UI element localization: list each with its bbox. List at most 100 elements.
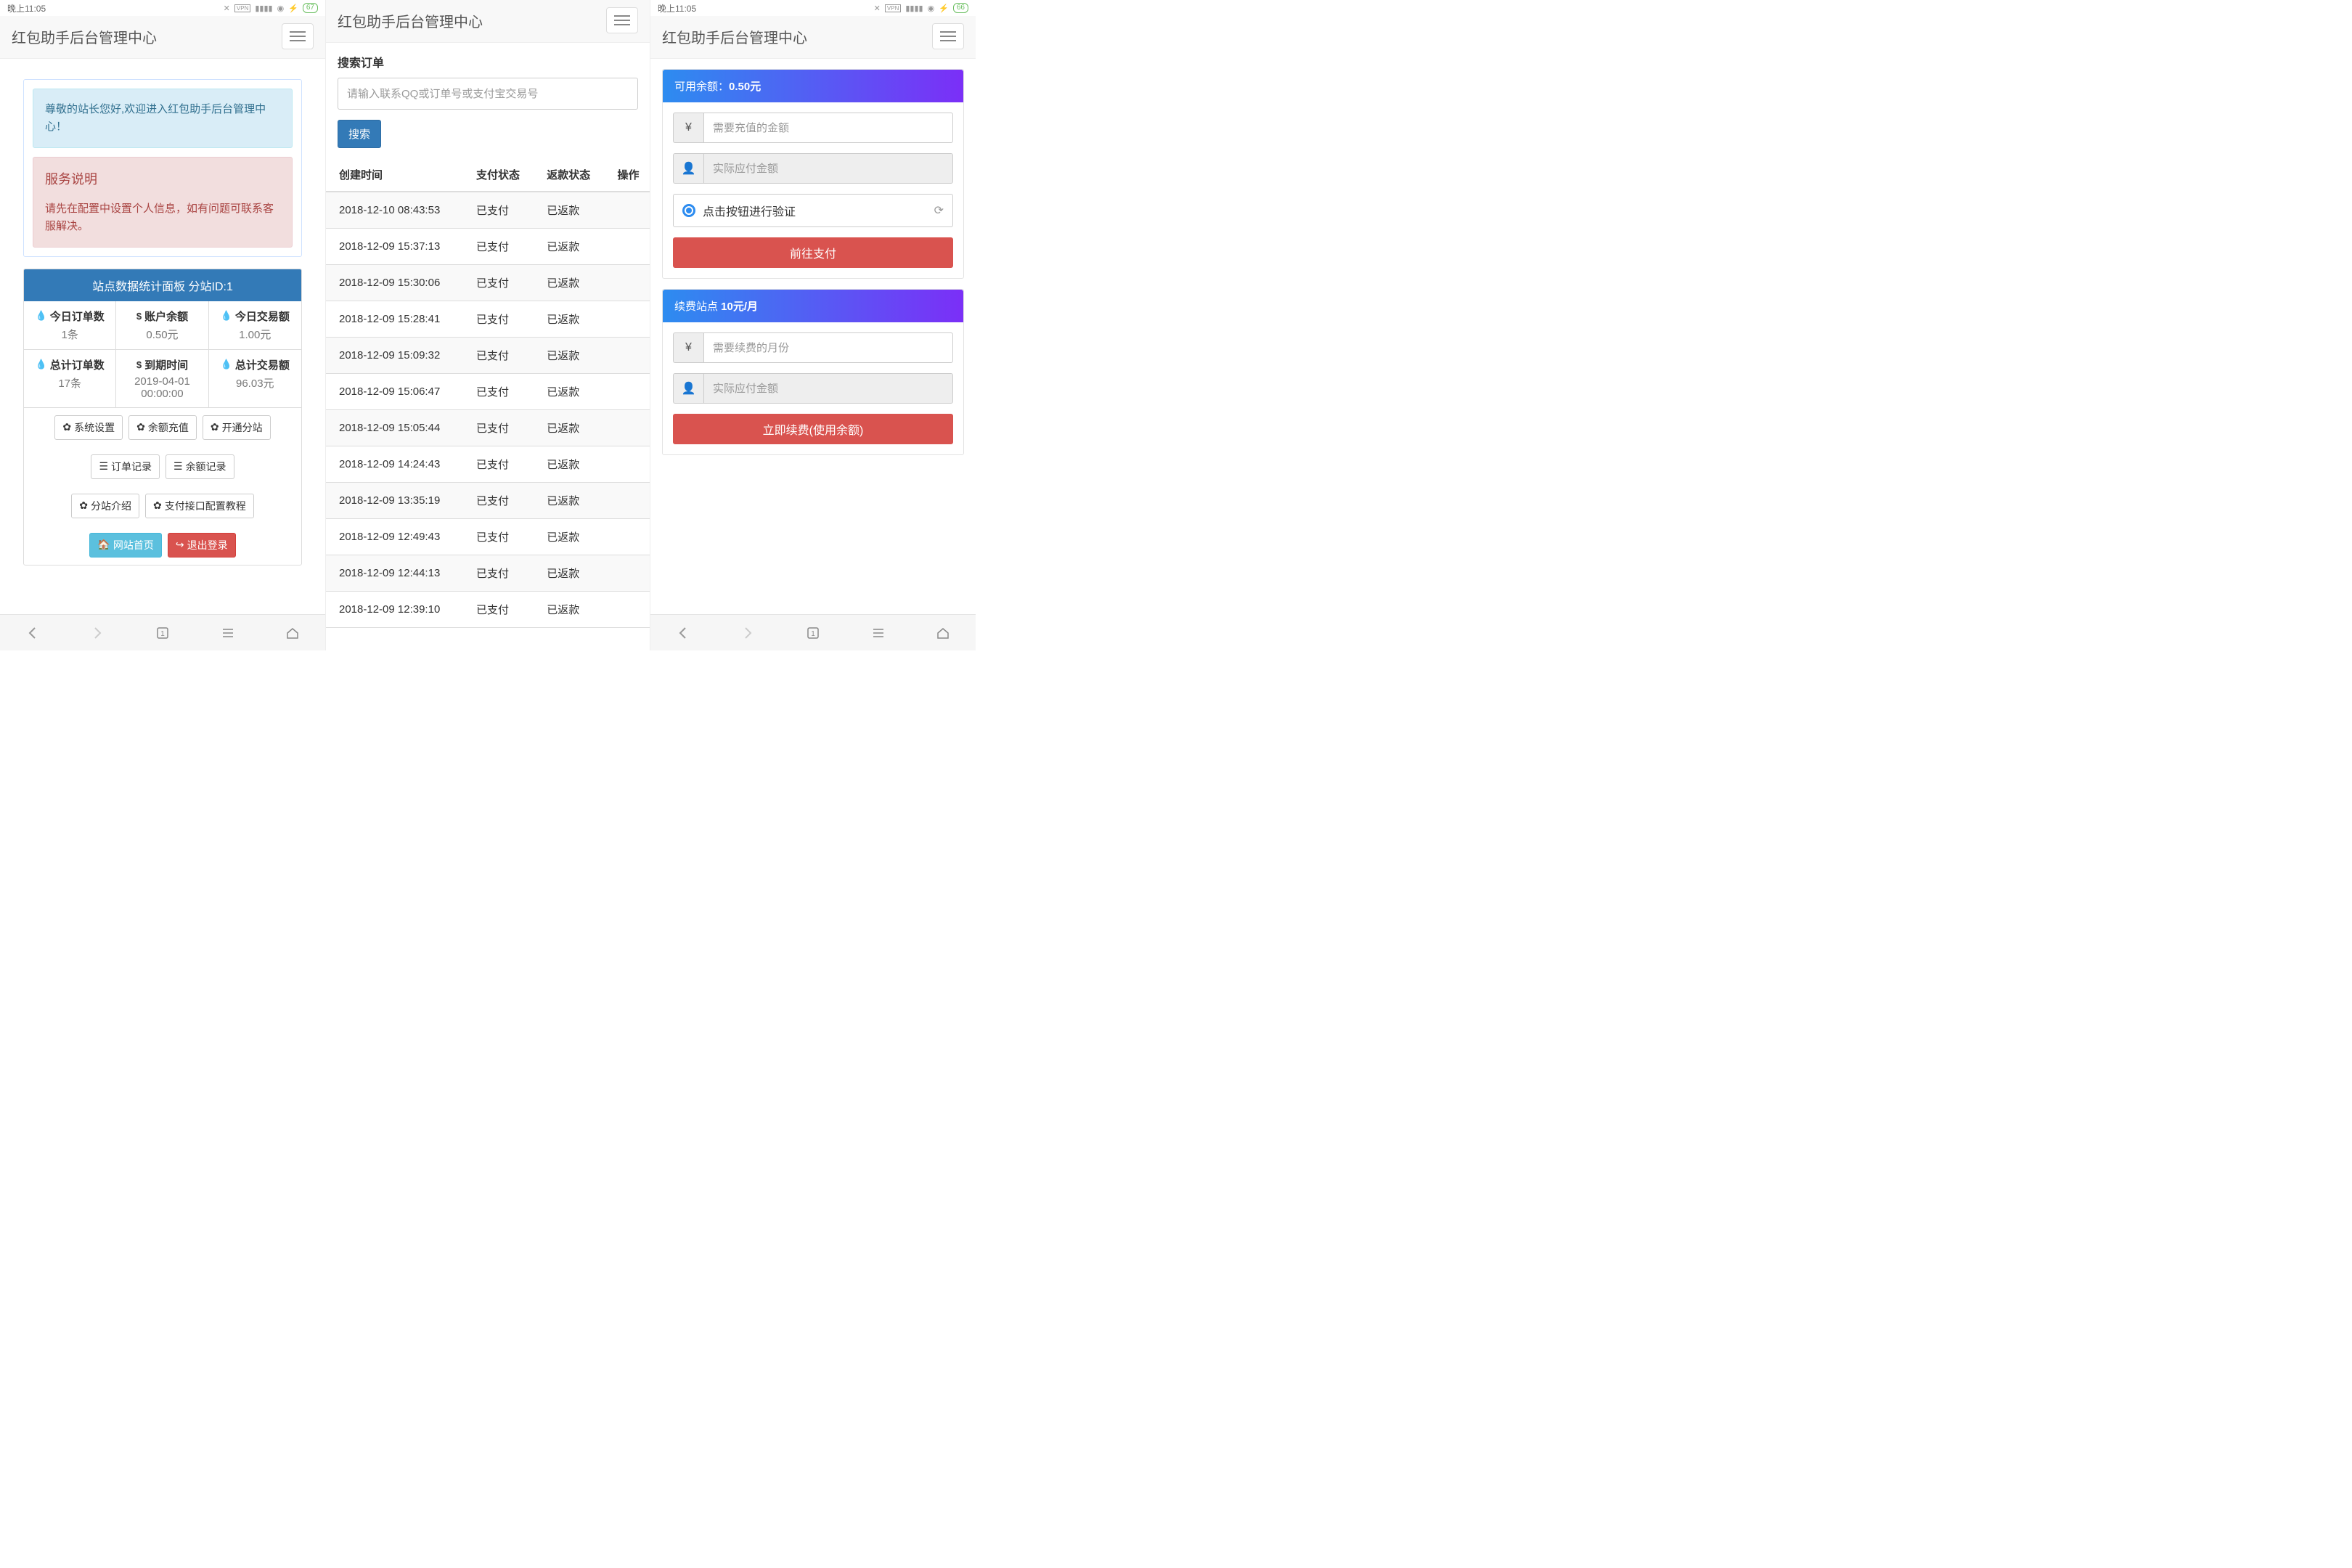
renew-header: 续费站点 10元/月 [663, 290, 963, 322]
stat-icon: 💧 [36, 359, 47, 370]
stats-panel-title: 站点数据统计面板 分站ID:1 [24, 269, 301, 301]
back-icon[interactable] [25, 625, 41, 641]
table-row[interactable]: 2018-12-09 14:24:43已支付已返款 [326, 446, 650, 483]
bolt-icon: ⚡ [939, 4, 949, 13]
wifi-icon: ◉ [277, 4, 285, 13]
app-header: 红包助手后台管理中心 [650, 16, 976, 59]
stat-icon: 💧 [221, 359, 232, 370]
browser-nav: 1 [650, 614, 976, 650]
table-row[interactable]: 2018-12-09 15:30:06已支付已返款 [326, 265, 650, 301]
search-button[interactable]: 搜索 [338, 120, 381, 148]
panel-action-button[interactable]: ✿开通分站 [203, 415, 271, 440]
orders-table: 创建时间支付状态返款状态操作 2018-12-10 08:43:53已支付已返款… [326, 158, 650, 628]
stat-icon: $ [136, 311, 142, 322]
captcha-button[interactable]: 点击按钮进行验证 ⟳ [673, 194, 953, 227]
table-row[interactable]: 2018-12-09 12:39:10已支付已返款 [326, 592, 650, 628]
battery-badge: 66 [953, 3, 968, 13]
user-icon: 👤 [673, 153, 703, 184]
payable-amount-input [703, 153, 953, 184]
panel-action-button[interactable]: ✿分站介绍 [71, 494, 139, 518]
forward-icon[interactable] [740, 625, 756, 641]
pay-button[interactable]: 前往支付 [673, 237, 953, 268]
panel-action-button[interactable]: ✿余额充值 [128, 415, 197, 440]
home-nav-icon[interactable] [285, 625, 301, 641]
svg-text:1: 1 [811, 630, 815, 638]
stat-cell: 💧今日订单数1条 [24, 301, 116, 350]
panel-action-button[interactable]: ✿支付接口配置教程 [145, 494, 254, 518]
gear-icon: ☰ [173, 460, 183, 473]
gear-icon: ✿ [211, 421, 219, 433]
gear-icon: ✿ [62, 421, 71, 433]
panel-action-button[interactable]: ✿系统设置 [54, 415, 123, 440]
refresh-icon[interactable]: ⟳ [934, 203, 944, 218]
home-button[interactable]: 🏠网站首页 [89, 533, 161, 558]
status-bar: 晚上11:05 ✕ VPN ▮▮▮▮ ◉ ⚡ 66 [650, 0, 976, 16]
table-header: 支付状态 [463, 158, 534, 192]
gear-icon: ☰ [99, 460, 108, 473]
menu-button[interactable] [932, 23, 964, 49]
search-input[interactable] [338, 78, 638, 110]
silent-icon: ✕ [224, 4, 230, 13]
panel-action-button[interactable]: ☰订单记录 [91, 454, 160, 479]
recharge-panel: 可用余额：0.50元 ¥ 👤 点击按钮进行验证 ⟳ 前往支付 [662, 69, 964, 279]
table-row[interactable]: 2018-12-09 12:44:13已支付已返款 [326, 555, 650, 592]
status-bar: 晚上11:05 ✕ VPN ▮▮▮▮ ◉ ⚡ 67 [0, 0, 325, 16]
signal-icon: ▮▮▮▮ [905, 4, 923, 13]
search-title: 搜索订单 [338, 53, 638, 70]
stat-cell: 💧今日交易额1.00元 [209, 301, 301, 350]
recharge-amount-input[interactable] [703, 113, 953, 143]
yen-icon: ¥ [673, 113, 703, 143]
table-header: 操作 [604, 158, 650, 192]
menu-button[interactable] [606, 7, 638, 33]
table-row[interactable]: 2018-12-09 15:28:41已支付已返款 [326, 301, 650, 338]
svg-text:1: 1 [160, 630, 165, 638]
table-row[interactable]: 2018-12-09 13:35:19已支付已返款 [326, 483, 650, 519]
service-title: 服务说明 [45, 169, 280, 190]
app-header: 红包助手后台管理中心 [0, 16, 325, 59]
table-row[interactable]: 2018-12-09 15:09:32已支付已返款 [326, 338, 650, 374]
page-title: 红包助手后台管理中心 [12, 26, 157, 47]
stat-cell: $到期时间2019-04-01 00:00:00 [116, 350, 208, 408]
stat-cell: 💧总计订单数17条 [24, 350, 116, 408]
signal-icon: ▮▮▮▮ [255, 4, 272, 13]
tabs-icon[interactable]: 1 [155, 625, 171, 641]
tabs-icon[interactable]: 1 [805, 625, 821, 641]
silent-icon: ✕ [874, 4, 881, 13]
table-row[interactable]: 2018-12-09 15:06:47已支付已返款 [326, 374, 650, 410]
forward-icon[interactable] [89, 625, 105, 641]
stat-cell: 💧总计交易额96.03元 [209, 350, 301, 408]
page-title: 红包助手后台管理中心 [662, 26, 807, 47]
menu-lines-icon[interactable] [870, 625, 886, 641]
renew-button[interactable]: 立即续费(使用余额) [673, 414, 953, 444]
table-header: 返款状态 [534, 158, 604, 192]
gear-icon: ✿ [79, 499, 88, 512]
home-nav-icon[interactable] [935, 625, 951, 641]
table-row[interactable]: 2018-12-09 12:49:43已支付已返款 [326, 519, 650, 555]
battery-badge: 67 [303, 3, 318, 13]
table-row[interactable]: 2018-12-09 15:05:44已支付已返款 [326, 410, 650, 446]
gear-icon: ✿ [153, 499, 162, 512]
page-title: 红包助手后台管理中心 [338, 10, 483, 31]
gear-icon: ✿ [136, 421, 145, 433]
bolt-icon: ⚡ [288, 4, 298, 13]
stat-cell: $账户余额0.50元 [116, 301, 208, 350]
logout-button[interactable]: ↪退出登录 [168, 533, 236, 558]
status-time: 晚上11:05 [7, 2, 46, 15]
table-header: 创建时间 [326, 158, 463, 192]
browser-nav: 1 [0, 614, 325, 650]
vpn-icon: VPN [885, 4, 901, 12]
balance-header: 可用余额：0.50元 [663, 70, 963, 102]
renew-months-input[interactable] [703, 332, 953, 363]
table-row[interactable]: 2018-12-10 08:43:53已支付已返款 [326, 192, 650, 229]
status-time: 晚上11:05 [658, 2, 696, 15]
menu-button[interactable] [282, 23, 314, 49]
back-icon[interactable] [675, 625, 691, 641]
table-row[interactable]: 2018-12-09 15:37:13已支付已返款 [326, 229, 650, 265]
renew-payable-input [703, 373, 953, 404]
vpn-icon: VPN [234, 4, 250, 12]
logout-icon: ↪ [176, 539, 184, 551]
welcome-alert: 尊敬的站长您好,欢迎进入红包助手后台管理中心！ [33, 89, 293, 148]
menu-lines-icon[interactable] [220, 625, 236, 641]
panel-action-button[interactable]: ☰余额记录 [166, 454, 234, 479]
captcha-dot-icon [682, 204, 695, 217]
